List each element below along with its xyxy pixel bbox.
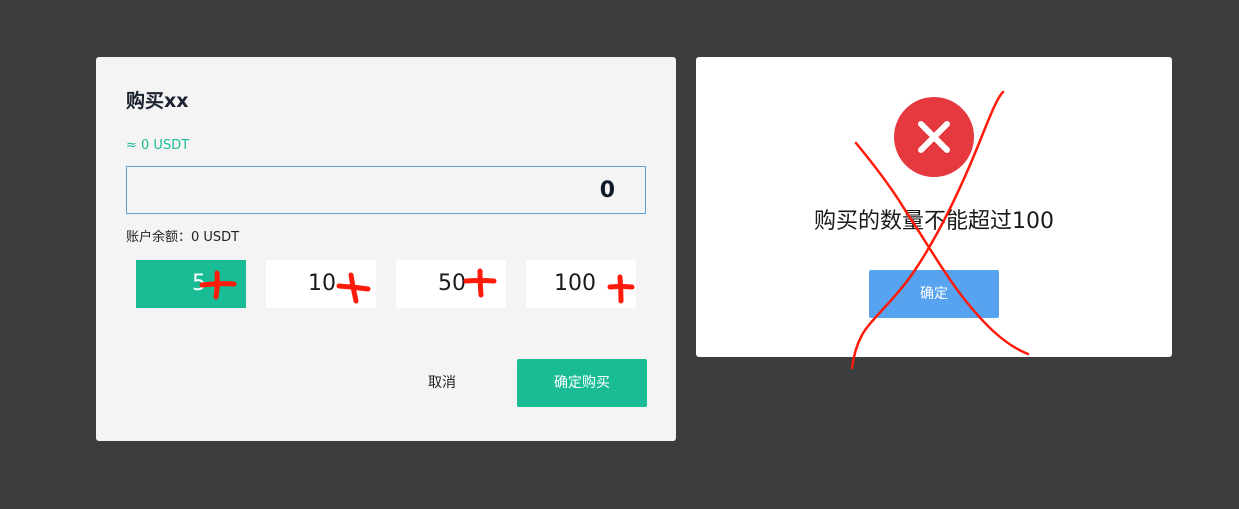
ok-button[interactable]: 确定 xyxy=(869,270,999,318)
account-balance: 账户余额：0 USDT xyxy=(126,230,240,245)
quick-amount-label: 5 xyxy=(192,271,206,296)
plus-annotation-icon xyxy=(607,274,635,304)
error-icon xyxy=(894,97,974,177)
quick-amount-5-button[interactable]: 5 xyxy=(136,260,246,308)
approx-value: ≈ 0 USDT xyxy=(126,138,190,153)
cancel-button[interactable]: 取消 xyxy=(392,359,492,407)
quick-amount-label: 10 xyxy=(308,271,336,296)
error-dialog: 购买的数量不能超过100 确定 xyxy=(696,57,1172,357)
confirm-purchase-button[interactable]: 确定购买 xyxy=(517,359,647,407)
quick-amount-50-button[interactable]: 50 xyxy=(396,260,506,308)
dialog-title: 购买xx xyxy=(126,90,189,112)
plus-annotation-icon xyxy=(336,272,371,304)
plus-annotation-icon xyxy=(463,268,497,298)
error-message: 购买的数量不能超过100 xyxy=(814,209,1054,234)
screen: 购买xx ≈ 0 USDT 账户余额：0 USDT 5 10 50 xyxy=(0,0,1239,509)
quick-amount-100-button[interactable]: 100 xyxy=(526,260,636,308)
quick-amount-label: 50 xyxy=(438,271,466,296)
quick-amount-10-button[interactable]: 10 xyxy=(266,260,376,308)
amount-input[interactable] xyxy=(126,166,646,214)
buy-dialog: 购买xx ≈ 0 USDT 账户余额：0 USDT 5 10 50 xyxy=(96,57,676,441)
quick-amount-label: 100 xyxy=(554,271,596,296)
